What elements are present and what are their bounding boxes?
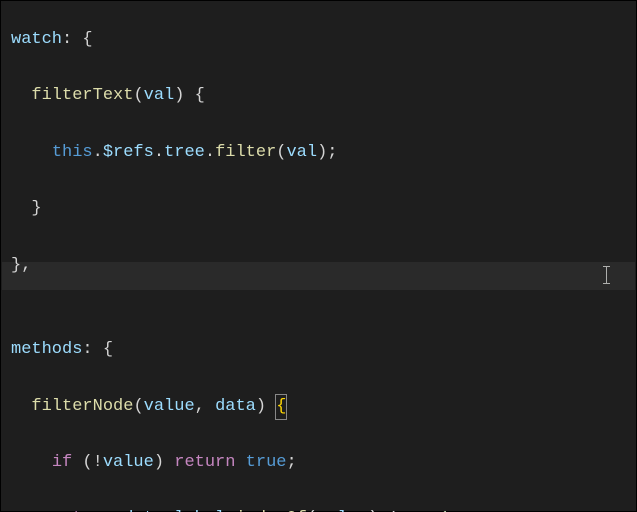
code-token: true [246, 453, 287, 472]
code-token: value [144, 397, 195, 416]
code-token: data [215, 397, 256, 416]
code-token: filterNode [31, 397, 133, 416]
code-token: tree [164, 143, 205, 162]
code-editor[interactable]: watch: { filterText(val) { this.$refs.tr… [1, 18, 636, 512]
code-token: this [52, 143, 93, 162]
code-token: watch [11, 30, 62, 49]
code-token: val [286, 143, 317, 162]
code-token: methods [11, 340, 82, 359]
code-token: filterText [31, 86, 133, 105]
code-token: return [174, 453, 235, 472]
code-token: filter [215, 143, 276, 162]
code-token: value [103, 453, 154, 472]
code-token: val [144, 86, 175, 105]
code-token: $refs [103, 143, 154, 162]
code-token: if [52, 453, 72, 472]
bracket-match-open: { [276, 393, 286, 421]
